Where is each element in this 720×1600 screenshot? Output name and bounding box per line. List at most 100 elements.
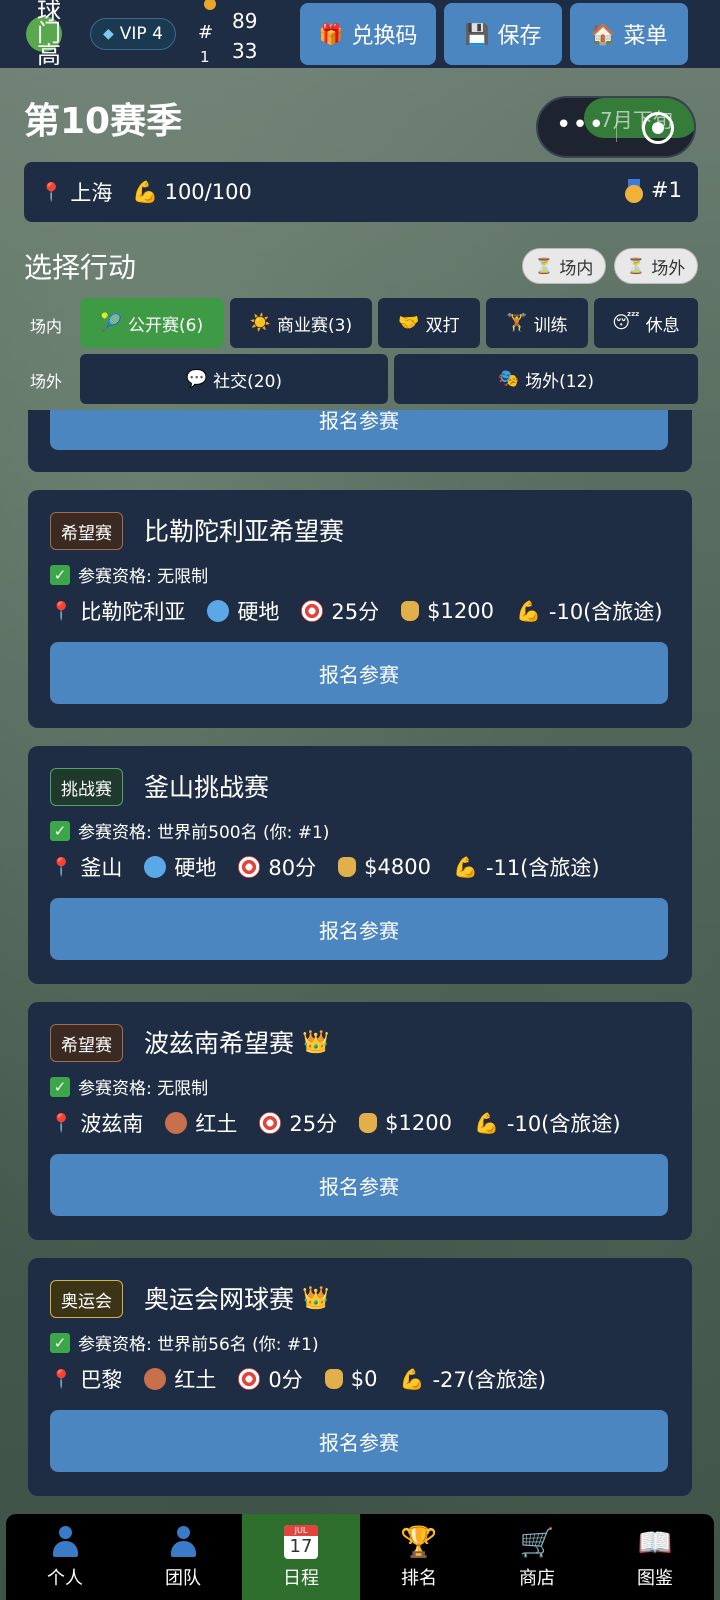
save-button[interactable]: 💾 保存 bbox=[444, 3, 562, 65]
pin-icon: 📍 bbox=[50, 1368, 73, 1390]
hourglass-icon: ⏳ bbox=[626, 257, 646, 275]
tab-label: 社交(20) bbox=[213, 371, 283, 392]
energy-cost-label: -10(含旅途) bbox=[506, 1112, 621, 1136]
rank-number: 1 bbox=[200, 48, 210, 66]
points-label: 25分 bbox=[289, 1112, 338, 1136]
calendar-icon: 17 bbox=[284, 1525, 318, 1559]
money-bag-icon bbox=[401, 601, 420, 621]
pin-icon: 📍 bbox=[50, 856, 73, 878]
redeem-button[interactable]: 🎁 兑换码 bbox=[300, 3, 436, 65]
surface-label: 硬地 bbox=[174, 856, 217, 880]
redeem-label: 兑换码 bbox=[351, 24, 418, 49]
muscle-icon: 💪 bbox=[473, 1111, 499, 1135]
eligibility: ✓ 参赛资格: 无限制 bbox=[50, 562, 208, 587]
capsule-divider bbox=[616, 116, 617, 142]
vip-label: VIP 4 bbox=[119, 24, 163, 44]
weightlift-icon: 🏋 bbox=[506, 313, 528, 333]
tournament-card: 希望赛 波兹南希望赛 👑 ✓ 参赛资格: 无限制 📍 波兹南 红土 25分 $1… bbox=[28, 1002, 692, 1240]
signup-button[interactable]: 报名参赛 bbox=[50, 1410, 668, 1472]
tab-rest[interactable]: 😴 休息 bbox=[594, 298, 698, 348]
money-bag-icon bbox=[359, 1113, 378, 1133]
bottom-nav: 个人 团队 17 日程 🏆 排名 🛒 商店 📖 图鉴 bbox=[6, 1514, 714, 1600]
player-stats: 89 33 bbox=[232, 6, 257, 66]
tab-label: 训练 bbox=[533, 315, 568, 336]
nav-label: 图鉴 bbox=[637, 1568, 673, 1589]
tier-badge: 希望赛 bbox=[50, 512, 123, 550]
muscle-icon: 💪 bbox=[515, 599, 541, 623]
sun-icon: ☀️ bbox=[249, 313, 272, 333]
nav-item-ranking[interactable]: 🏆 排名 bbox=[360, 1514, 478, 1600]
check-icon: ✓ bbox=[50, 564, 70, 585]
target-icon bbox=[301, 600, 324, 622]
floppy-icon: 💾 bbox=[464, 22, 490, 46]
tab-label: 双打 bbox=[425, 315, 460, 336]
eligibility: ✓ 参赛资格: 无限制 bbox=[50, 1074, 208, 1099]
stat-top: 89 bbox=[232, 9, 258, 33]
tab-doubles[interactable]: 🤝 双打 bbox=[378, 298, 480, 348]
speech-icon: 💬 bbox=[185, 369, 208, 389]
tournament-name: 釜山挑战赛 bbox=[144, 773, 270, 802]
tab-commercial[interactable]: ☀️ 商业赛(3) bbox=[230, 298, 372, 348]
nav-item-shop[interactable]: 🛒 商店 bbox=[478, 1514, 596, 1600]
nav-item-team[interactable]: 团队 bbox=[124, 1514, 242, 1600]
tier-badge: 希望赛 bbox=[50, 1024, 123, 1062]
nav-label: 日程 bbox=[283, 1568, 319, 1589]
tournament-info: 📍 波兹南 红土 25分 $1200 💪 -10(含旅途) bbox=[50, 1108, 621, 1138]
trophy-icon: 🏆 bbox=[400, 1524, 438, 1560]
logo-text: 球门高 bbox=[37, 0, 61, 69]
medal-icon bbox=[204, 0, 216, 10]
pin-icon: 📍 bbox=[50, 600, 73, 622]
filter-chip-outside[interactable]: ⏳ 场外 bbox=[614, 248, 698, 284]
tab-training[interactable]: 🏋 训练 bbox=[486, 298, 588, 348]
stat-bottom: 33 bbox=[232, 39, 258, 63]
nav-label: 个人 bbox=[47, 1568, 83, 1589]
tournament-info: 📍 巴黎 红土 0分 $0 💪 -27(含旅途) bbox=[50, 1364, 546, 1394]
team-icon bbox=[169, 1526, 197, 1558]
tournament-card: 挑战赛 釜山挑战赛 ✓ 参赛资格: 世界前500名 (你: #1) 📍 釜山 硬… bbox=[28, 746, 692, 984]
prize-label: $1200 bbox=[385, 1111, 452, 1135]
crown-icon: 👑 bbox=[302, 1285, 330, 1311]
rank-mini: # 1 bbox=[196, 0, 226, 68]
nav-item-schedule[interactable]: 17 日程 bbox=[242, 1514, 360, 1600]
menu-label: 菜单 bbox=[623, 24, 668, 49]
save-label: 保存 bbox=[497, 24, 542, 49]
nav-item-personal[interactable]: 个人 bbox=[6, 1514, 124, 1600]
prize-label: $0 bbox=[350, 1367, 378, 1391]
medal-icon bbox=[625, 179, 644, 203]
tab-offcourt[interactable]: 🎭 场外(12) bbox=[394, 354, 698, 404]
signup-button[interactable]: 报名参赛 bbox=[50, 898, 668, 960]
tournament-name: 比勒陀利亚希望赛 bbox=[144, 517, 345, 546]
partial-card: 报名参赛 bbox=[28, 410, 692, 472]
eligibility: ✓ 参赛资格: 世界前56名 (你: #1) bbox=[50, 1330, 319, 1355]
signup-button[interactable]: 报名参赛 bbox=[50, 410, 668, 450]
miniprogram-capsule[interactable]: 7月下旬 ••• bbox=[536, 96, 696, 158]
energy-cost-label: -11(含旅途) bbox=[485, 856, 600, 880]
close-target-icon[interactable] bbox=[642, 112, 674, 144]
pin-icon: 📍 bbox=[50, 1112, 73, 1134]
more-dots-icon[interactable]: ••• bbox=[556, 110, 605, 140]
check-icon: ✓ bbox=[50, 1332, 70, 1353]
location-bar: 📍 上海 💪 100/100 #1 bbox=[24, 162, 698, 222]
money-bag-icon bbox=[338, 857, 357, 877]
nav-item-collection[interactable]: 📖 图鉴 bbox=[596, 1514, 714, 1600]
check-icon: ✓ bbox=[50, 1076, 70, 1097]
energy-cost-label: -27(含旅途) bbox=[432, 1368, 547, 1392]
tab-open[interactable]: 🎾 公开赛(6) bbox=[80, 298, 224, 348]
location-label: 比勒陀利亚 bbox=[80, 600, 186, 624]
vip-badge[interactable]: ◆ VIP 4 bbox=[90, 18, 176, 50]
tab-social[interactable]: 💬 社交(20) bbox=[80, 354, 388, 404]
nav-label: 排名 bbox=[401, 1568, 437, 1589]
hourglass-icon: ⏳ bbox=[534, 257, 554, 275]
signup-button[interactable]: 报名参赛 bbox=[50, 1154, 668, 1216]
rank-hash: # bbox=[198, 22, 214, 43]
nav-label: 商店 bbox=[519, 1568, 555, 1589]
surface-label: 硬地 bbox=[237, 600, 280, 624]
filter-chip-inside[interactable]: ⏳ 场内 bbox=[522, 248, 606, 284]
tournament-name: 奥运会网球赛 👑 bbox=[144, 1285, 330, 1314]
section-title: 选择行动 bbox=[24, 251, 137, 284]
row-label-outside: 场外 bbox=[30, 372, 63, 391]
menu-button[interactable]: 🏠 菜单 bbox=[570, 3, 688, 65]
signup-button[interactable]: 报名参赛 bbox=[50, 642, 668, 704]
target-icon bbox=[238, 1368, 261, 1390]
location-label: 巴黎 bbox=[80, 1368, 123, 1392]
